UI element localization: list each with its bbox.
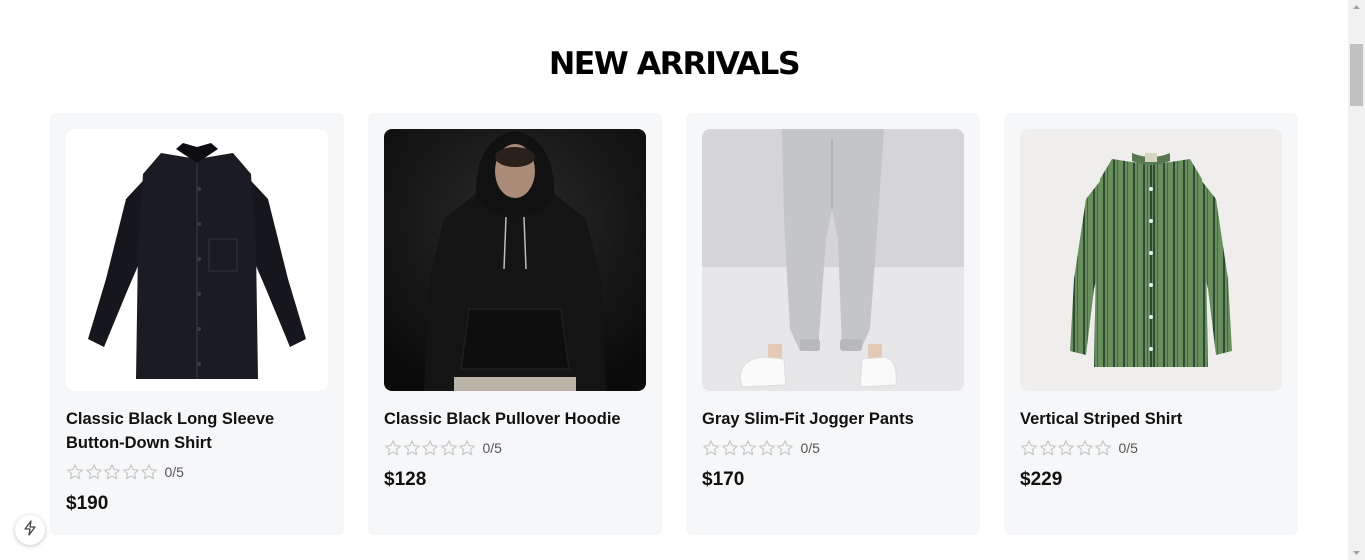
star-outline-icon xyxy=(776,439,794,457)
scrollbar-thumb[interactable] xyxy=(1350,44,1363,106)
page: NEW ARRIVALS Classic Black Long Sleeve B… xyxy=(0,0,1348,560)
rating-score: 0/5 xyxy=(800,440,820,456)
star-outline-icon xyxy=(458,439,476,457)
product-price: $170 xyxy=(702,469,745,490)
product-image[interactable] xyxy=(1020,129,1282,391)
product-rating: 0/5 xyxy=(702,439,820,457)
star-outline-icon xyxy=(1094,439,1112,457)
star-outline-icon xyxy=(1076,439,1094,457)
product-image[interactable] xyxy=(384,129,646,391)
product-rating: 0/5 xyxy=(66,463,184,481)
star-outline-icon xyxy=(1020,439,1038,457)
star-outline-icon xyxy=(66,463,84,481)
star-outline-icon xyxy=(702,439,720,457)
black-hoodie-image xyxy=(384,129,646,391)
scroll-down-arrow-icon[interactable] xyxy=(1348,546,1365,560)
rating-score: 0/5 xyxy=(482,440,502,456)
star-outline-icon xyxy=(140,463,158,481)
devtools-button[interactable] xyxy=(15,515,45,545)
star-outline-icon xyxy=(1039,439,1057,457)
product-rating: 0/5 xyxy=(1020,439,1138,457)
star-outline-icon xyxy=(384,439,402,457)
star-outline-icon xyxy=(739,439,757,457)
rating-score: 0/5 xyxy=(164,464,184,480)
gray-jogger-image xyxy=(702,129,964,391)
star-outline-icon xyxy=(758,439,776,457)
striped-shirt-image xyxy=(1020,129,1282,391)
star-outline-icon xyxy=(440,439,458,457)
star-outline-icon xyxy=(103,463,121,481)
star-outline-icon xyxy=(1057,439,1075,457)
star-outline-icon xyxy=(403,439,421,457)
product-price: $128 xyxy=(384,469,427,490)
product-card[interactable]: Classic Black Long Sleeve Button-Down Sh… xyxy=(50,113,344,535)
product-image[interactable] xyxy=(66,129,328,391)
section-title: NEW ARRIVALS xyxy=(548,46,801,82)
black-shirt-image xyxy=(66,129,328,391)
product-grid: Classic Black Long Sleeve Button-Down Sh… xyxy=(50,113,1298,535)
star-outline-icon xyxy=(421,439,439,457)
product-card[interactable]: Vertical Striped Shirt 0/5 $229 xyxy=(1004,113,1298,535)
product-price: $190 xyxy=(66,493,109,514)
star-outline-icon xyxy=(122,463,140,481)
scroll-up-arrow-icon[interactable] xyxy=(1348,0,1365,14)
product-title[interactable]: Classic Black Long Sleeve Button-Down Sh… xyxy=(66,407,328,455)
star-outline-icon xyxy=(721,439,739,457)
product-card[interactable]: Classic Black Pullover Hoodie 0/5 $128 xyxy=(368,113,662,535)
product-price: $229 xyxy=(1020,469,1063,490)
product-card[interactable]: Gray Slim-Fit Jogger Pants 0/5 $170 xyxy=(686,113,980,535)
product-image[interactable] xyxy=(702,129,964,391)
vertical-scrollbar[interactable] xyxy=(1348,0,1365,560)
product-title[interactable]: Classic Black Pullover Hoodie xyxy=(384,407,646,431)
product-title[interactable]: Vertical Striped Shirt xyxy=(1020,407,1282,431)
product-rating: 0/5 xyxy=(384,439,502,457)
lightning-icon xyxy=(23,519,37,541)
star-outline-icon xyxy=(85,463,103,481)
product-title[interactable]: Gray Slim-Fit Jogger Pants xyxy=(702,407,964,431)
rating-score: 0/5 xyxy=(1118,440,1138,456)
